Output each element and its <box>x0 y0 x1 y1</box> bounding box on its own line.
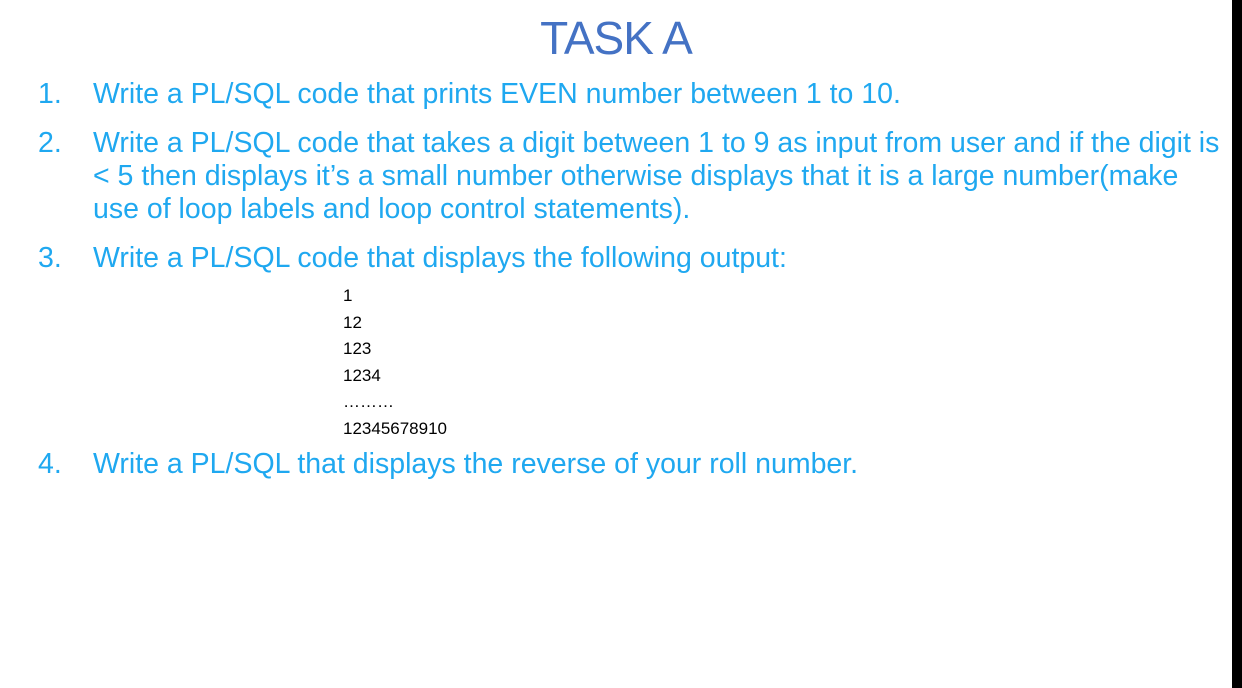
task-text: Write a PL/SQL code that takes a digit b… <box>93 127 1220 225</box>
slide: TASK A 1. Write a PL/SQL code that print… <box>0 0 1232 688</box>
output-line: 12345678910 <box>343 418 448 438</box>
task-number: 2. <box>38 127 62 159</box>
task-item-1: 1. Write a PL/SQL code that prints EVEN … <box>38 78 1223 111</box>
output-line: 12 <box>343 312 362 332</box>
right-border <box>1232 0 1242 688</box>
task-item-4: 4. Write a PL/SQL that displays the reve… <box>38 448 1223 481</box>
task-list: 1. Write a PL/SQL code that prints EVEN … <box>38 78 1223 497</box>
output-line: 123 <box>343 339 372 358</box>
output-line: ……… <box>343 392 394 411</box>
task-text: Write a PL/SQL code that prints EVEN num… <box>93 78 901 110</box>
slide-title: TASK A <box>540 12 693 64</box>
task-item-2: 2. Write a PL/SQL code that takes a digi… <box>38 127 1223 226</box>
task-text: Write a PL/SQL code that displays the fo… <box>93 242 787 274</box>
output-line: 1 <box>343 286 353 305</box>
task-number: 4. <box>38 448 62 480</box>
expected-output-block: 1 12 123 1234 ……… 12345678910 <box>93 283 1223 442</box>
task-item-3: 3. Write a PL/SQL code that displays the… <box>38 242 1223 442</box>
output-line: 1234 <box>343 365 381 385</box>
task-text: Write a PL/SQL that displays the reverse… <box>93 448 859 480</box>
task-number: 3. <box>38 242 62 274</box>
task-number: 1. <box>38 78 62 110</box>
